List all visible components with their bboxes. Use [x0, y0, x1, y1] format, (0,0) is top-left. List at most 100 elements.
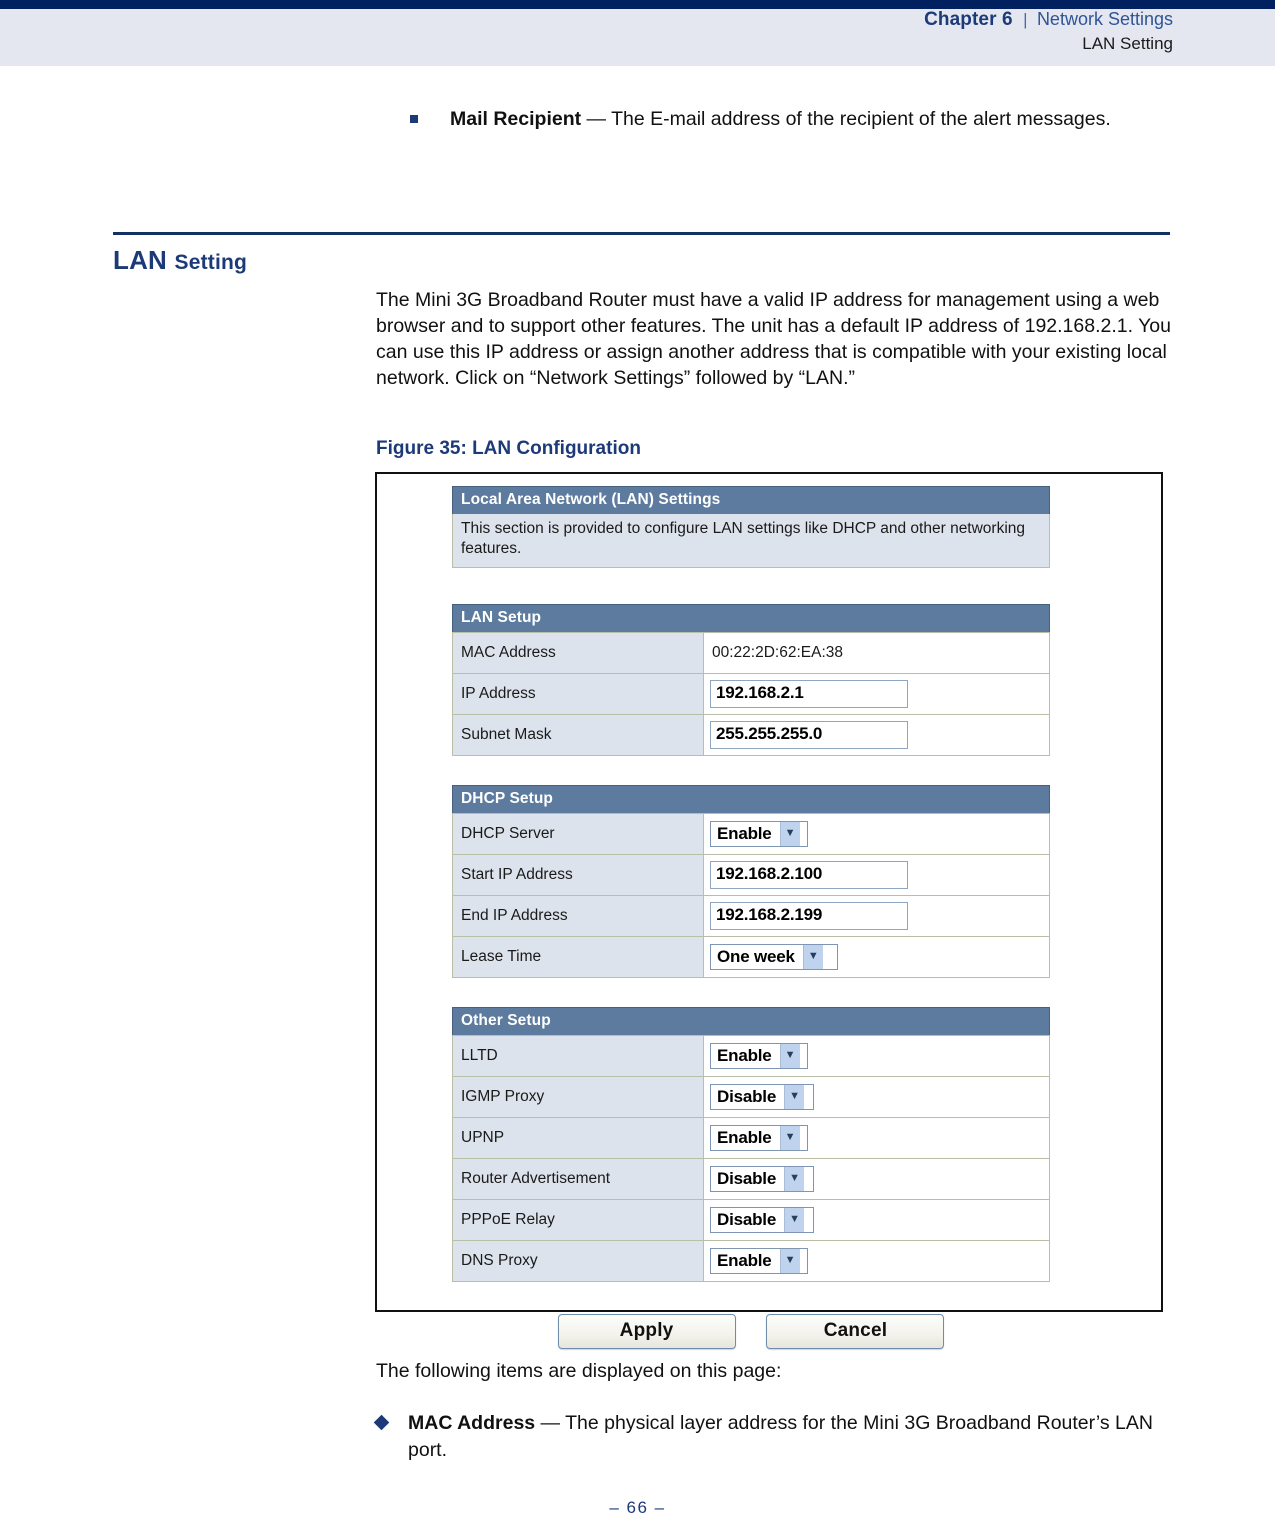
intro-paragraph: The Mini 3G Broadband Router must have a… — [376, 289, 1171, 389]
dhcp-setup-panel-title: DHCP Setup — [452, 784, 1050, 813]
dhcp-server-select-value: Enable — [717, 823, 772, 843]
table-row: MAC Address 00:22:2D:62:EA:38 — [452, 631, 1050, 674]
row-value-mac-address: 00:22:2D:62:EA:38 — [703, 631, 1050, 674]
pppoe-relay-select-value: Disable — [717, 1209, 777, 1229]
row-label-mac-address: MAC Address — [452, 631, 704, 674]
chevron-down-icon: ▼ — [802, 944, 823, 969]
chapter-label: Chapter 6 — [924, 9, 1018, 30]
lan-setup-table: MAC Address 00:22:2D:62:EA:38 IP Address… — [452, 631, 1050, 756]
list-item-dash: — — [535, 1412, 566, 1434]
lltd-select[interactable]: Enable ▼ — [710, 1042, 808, 1069]
row-value-router-advertisement: Disable ▼ — [703, 1157, 1050, 1200]
list-item: MAC Address — The physical layer address… — [373, 1410, 1176, 1464]
chevron-down-icon: ▼ — [784, 1084, 805, 1109]
end-ip-address-input[interactable]: 192.168.2.199 — [710, 902, 908, 930]
lltd-select-value: Enable — [717, 1045, 772, 1065]
row-label-end-ip-address: End IP Address — [452, 894, 704, 937]
chevron-down-icon: ▼ — [784, 1166, 805, 1191]
row-value-end-ip-address: 192.168.2.199 — [703, 894, 1050, 937]
subnet-mask-input[interactable]: 255.255.255.0 — [710, 721, 908, 749]
table-row: DNS Proxy Enable ▼ — [452, 1239, 1050, 1282]
row-value-dns-proxy: Enable ▼ — [703, 1239, 1050, 1282]
lan-intro-panel-title: Local Area Network (LAN) Settings — [452, 486, 1050, 514]
lan-intro-panel-description: This section is provided to configure LA… — [452, 514, 1050, 568]
form-button-row: Apply Cancel — [452, 1313, 1050, 1349]
table-row: Start IP Address 192.168.2.100 — [452, 853, 1050, 896]
table-row: PPPoE Relay Disable ▼ — [452, 1198, 1050, 1241]
row-value-pppoe-relay: Disable ▼ — [703, 1198, 1050, 1241]
list-item-term: MAC Address — [408, 1412, 536, 1434]
table-row: Lease Time One week ▼ — [452, 935, 1050, 978]
table-row: DHCP Server Enable ▼ — [452, 812, 1050, 855]
chevron-down-icon: ▼ — [779, 1125, 800, 1150]
header-separator: | — [1023, 10, 1028, 29]
section-title-main: LAN — [113, 245, 168, 275]
upnp-select[interactable]: Enable ▼ — [710, 1124, 808, 1151]
list-item-description: The E-mail address of the recipient of t… — [611, 108, 1111, 130]
figure-frame: Local Area Network (LAN) Settings This s… — [375, 472, 1163, 1349]
row-label-upnp: UPNP — [452, 1116, 704, 1159]
row-value-subnet-mask: 255.255.255.0 — [703, 713, 1050, 756]
list-item-term: Mail Recipient — [450, 108, 582, 130]
list-item-text: Mail Recipient — The E-mail address of t… — [450, 106, 1170, 134]
cancel-button[interactable]: Cancel — [766, 1313, 945, 1349]
row-label-router-advertisement: Router Advertisement — [452, 1157, 704, 1200]
list-item-dash: — — [581, 108, 612, 130]
router-advertisement-select-value: Disable — [717, 1168, 777, 1188]
figure-caption: Figure 35: LAN Configuration — [376, 438, 641, 459]
row-label-dns-proxy: DNS Proxy — [452, 1239, 704, 1282]
section-divider — [113, 232, 1170, 235]
table-row: LLTD Enable ▼ — [452, 1034, 1050, 1077]
row-label-igmp-proxy: IGMP Proxy — [452, 1075, 704, 1118]
chapter-number: 6 — [1002, 9, 1013, 30]
start-ip-address-input[interactable]: 192.168.2.100 — [710, 861, 908, 889]
page-title: LAN Setting — [113, 245, 247, 276]
ip-address-input[interactable]: 192.168.2.1 — [710, 680, 908, 708]
apply-button[interactable]: Apply — [557, 1313, 736, 1349]
table-row: IGMP Proxy Disable ▼ — [452, 1075, 1050, 1118]
row-label-lltd: LLTD — [452, 1034, 704, 1077]
chevron-down-icon: ▼ — [779, 821, 800, 846]
page-header-subtitle: LAN Setting — [1082, 34, 1173, 53]
router-config-screenshot: Local Area Network (LAN) Settings This s… — [452, 486, 1050, 1349]
row-label-ip-address: IP Address — [452, 672, 704, 715]
chapter-word: Chapter — [924, 9, 997, 30]
table-row: End IP Address 192.168.2.199 — [452, 894, 1050, 937]
pppoe-relay-select[interactable]: Disable ▼ — [710, 1206, 814, 1233]
router-advertisement-select[interactable]: Disable ▼ — [710, 1165, 814, 1192]
igmp-proxy-select[interactable]: Disable ▼ — [710, 1083, 814, 1110]
chevron-down-icon: ▼ — [779, 1043, 800, 1068]
lease-time-select-value: One week — [717, 946, 795, 966]
dhcp-server-select[interactable]: Enable ▼ — [710, 820, 808, 847]
row-value-igmp-proxy: Disable ▼ — [703, 1075, 1050, 1118]
row-value-upnp: Enable ▼ — [703, 1116, 1050, 1159]
row-value-ip-address: 192.168.2.1 — [703, 672, 1050, 715]
lan-setup-panel-title: LAN Setup — [452, 603, 1050, 632]
dns-proxy-select-value: Enable — [717, 1250, 772, 1270]
top-navy-rule — [0, 0, 1275, 9]
lan-intro-panel: Local Area Network (LAN) Settings This s… — [452, 486, 1050, 568]
row-value-dhcp-server: Enable ▼ — [703, 812, 1050, 855]
igmp-proxy-select-value: Disable — [717, 1086, 777, 1106]
dns-proxy-select[interactable]: Enable ▼ — [710, 1247, 808, 1274]
row-value-lltd: Enable ▼ — [703, 1034, 1050, 1077]
table-row: IP Address 192.168.2.1 — [452, 672, 1050, 715]
dhcp-setup-panel: DHCP Setup DHCP Server Enable ▼ Start IP… — [452, 784, 1050, 978]
lease-time-select[interactable]: One week ▼ — [710, 943, 838, 970]
lower-lead-in-paragraph: The following items are displayed on thi… — [376, 1360, 782, 1382]
panel-gap — [452, 568, 1050, 604]
other-setup-table: LLTD Enable ▼ IGMP Proxy Disable ▼ UPNP … — [452, 1034, 1050, 1282]
table-row: Router Advertisement Disable ▼ — [452, 1157, 1050, 1200]
panel-gap — [452, 756, 1050, 785]
table-row: UPNP Enable ▼ — [452, 1116, 1050, 1159]
other-setup-panel-title: Other Setup — [452, 1006, 1050, 1035]
square-bullet-icon — [410, 115, 418, 123]
row-label-pppoe-relay: PPPoE Relay — [452, 1198, 704, 1241]
chevron-down-icon: ▼ — [784, 1207, 805, 1232]
dhcp-setup-table: DHCP Server Enable ▼ Start IP Address 19… — [452, 812, 1050, 978]
header-chapter-title: Network Settings — [1036, 9, 1173, 29]
table-row: Subnet Mask 255.255.255.0 — [452, 713, 1050, 756]
other-setup-panel: Other Setup LLTD Enable ▼ IGMP Proxy Dis… — [452, 1006, 1050, 1282]
list-item-text: MAC Address — The physical layer address… — [408, 1410, 1176, 1464]
upnp-select-value: Enable — [717, 1127, 772, 1147]
